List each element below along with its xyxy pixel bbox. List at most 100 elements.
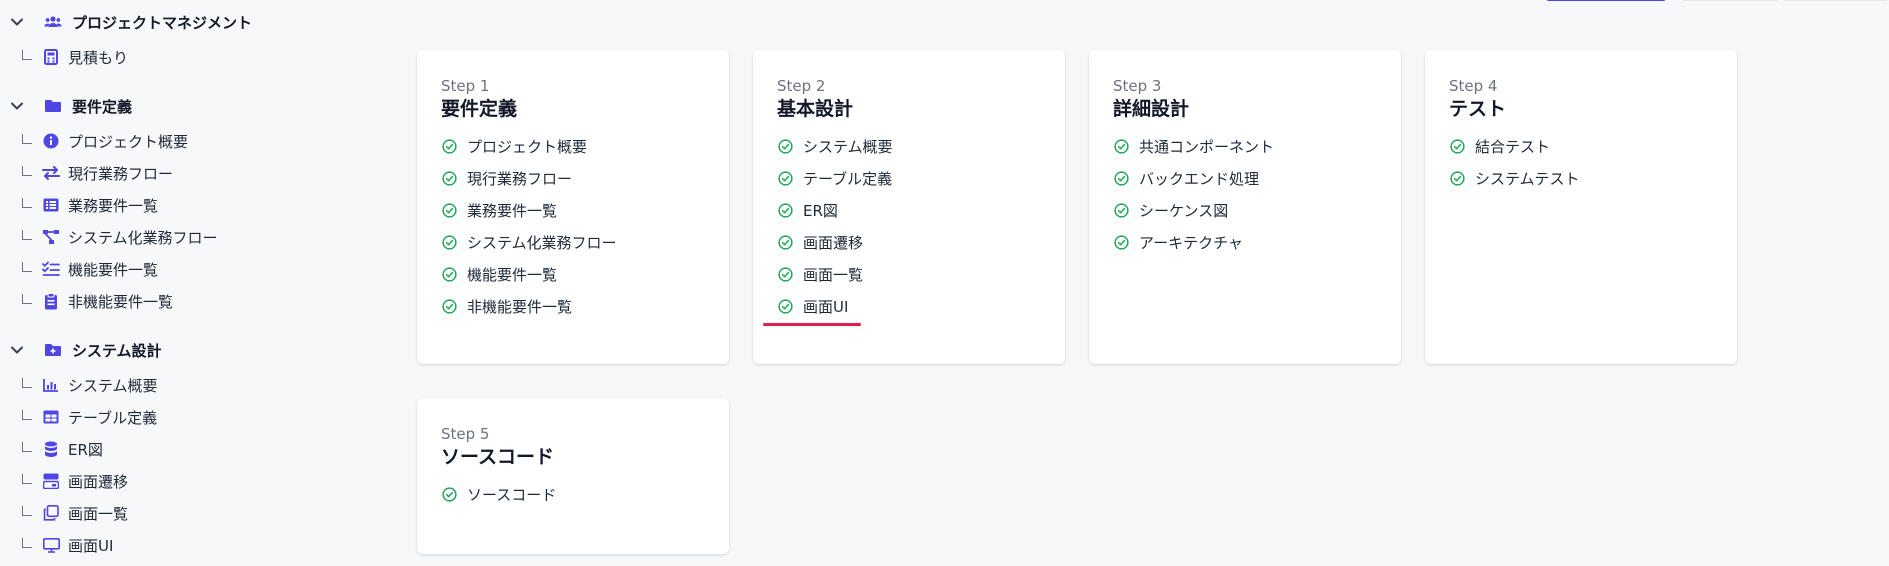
check-circle-icon [777,170,793,186]
check-circle-icon [1449,170,1465,186]
task-item[interactable]: 結合テスト [1449,130,1713,162]
task-label: プロジェクト概要 [467,137,588,156]
calculator-icon [42,48,60,66]
check-circle-icon [1113,170,1129,186]
sidebar-item-current-flow[interactable]: 現行業務フロー [22,159,173,187]
tree-connector [22,410,32,420]
chevron-down-icon [8,341,26,359]
sidebar-item-estimate[interactable]: 見積もり [22,43,128,71]
check-circle-icon [1113,234,1129,250]
task-item[interactable]: ER図 [777,194,1041,226]
sidebar-item-label: プロジェクト概要 [68,132,189,151]
task-item[interactable]: プロジェクト概要 [441,130,705,162]
sidebar-item-er-diagram[interactable]: ER図 [22,435,103,463]
step-card-3: Step 3 詳細設計 共通コンポーネント バックエンド処理シーケンス図 アーキテク… [1089,50,1401,364]
sidebar-item-screen-list[interactable]: 画面一覧 [22,499,128,527]
step-label: Step 1 [441,77,490,95]
step-label: Step 4 [1449,77,1498,95]
sidebar-section-system-design[interactable]: システム設計 [8,336,162,364]
tree-connector [22,198,32,208]
sidebar-item-screen-ui[interactable]: 画面UI [22,531,113,559]
task-label: 機能要件一覧 [467,265,558,284]
sidebar-item-label: 業務要件一覧 [68,196,159,215]
task-item[interactable]: バックエンド処理 [1113,162,1377,194]
tree-connector [22,538,32,548]
tree-connector [22,230,32,240]
task-label: 非機能要件一覧 [467,297,573,316]
step-title: テスト [1449,98,1507,120]
users-icon [44,13,62,31]
sidebar-section-label: システム設計 [72,341,162,360]
task-list: ソースコード [441,478,705,510]
task-item[interactable]: テーブル定義 [777,162,1041,194]
monitor-icon [42,536,60,554]
copy-icon [42,504,60,522]
sidebar-item-nonfunctional-requirements[interactable]: 非機能要件一覧 [22,287,173,315]
chevron-down-icon [8,97,26,115]
top-primary-button[interactable] [1545,0,1667,1]
task-item[interactable]: シーケンス図 [1113,194,1377,226]
task-item[interactable]: アーキテクチャ [1113,226,1377,258]
task-label: 画面UI [803,297,849,316]
sidebar-item-project-overview[interactable]: プロジェクト概要 [22,127,188,155]
task-item[interactable]: 共通コンポーネント [1113,130,1377,162]
sidebar-section-label: プロジェクトマネジメント [72,13,253,32]
folder-plus-icon [44,341,62,359]
sidebar-item-table-definition[interactable]: テーブル定義 [22,403,157,431]
task-list: プロジェクト概要 現行業務フロー業務要件一覧 システム化業務フロー機能要件一覧 非機能… [441,130,705,322]
top-tertiary-button[interactable] [1782,0,1889,1]
sidebar-item-label: 現行業務フロー [68,164,174,183]
step-title: 要件定義 [441,98,518,120]
task-label: アーキテクチャ [1139,233,1243,252]
sidebar-item-system-flow[interactable]: システム化業務フロー [22,223,218,251]
sidebar-item-label: システム概要 [68,376,158,395]
tree-connector [22,474,32,484]
arrows-exchange-icon [42,164,60,182]
task-label: 画面一覧 [803,265,864,284]
task-label: シーケンス図 [1139,201,1229,220]
check-circle-icon [777,266,793,282]
task-item[interactable]: ソースコード [441,478,705,510]
step-title: 詳細設計 [1113,98,1190,120]
step-card-4: Step 4 テスト 結合テスト システムテスト [1425,50,1737,364]
task-item[interactable]: システムテスト [1449,162,1713,194]
task-item[interactable]: システム化業務フロー [441,226,705,258]
sidebar-item-label: システム化業務フロー [68,228,218,247]
tree-connector [22,50,32,60]
task-label: 現行業務フロー [467,169,573,188]
task-item[interactable]: 画面UI [777,290,1041,322]
task-label: テーブル定義 [803,169,893,188]
check-circle-icon [441,486,457,502]
task-label: ソースコード [467,485,557,504]
table-icon [42,408,60,426]
highlight-underline [763,323,861,326]
tree-connector [22,442,32,452]
flow-icon [42,228,60,246]
task-item[interactable]: 非機能要件一覧 [441,290,705,322]
sidebar-item-functional-requirements[interactable]: 機能要件一覧 [22,255,158,283]
check-circle-icon [441,170,457,186]
database-icon [42,440,60,458]
step-label: Step 3 [1113,77,1162,95]
sidebar-item-label: 画面UI [68,536,114,555]
sidebar-section-requirements[interactable]: 要件定義 [8,92,132,120]
check-circle-icon [441,298,457,314]
step-label: Step 5 [441,425,490,443]
check-circle-icon [777,234,793,250]
task-item[interactable]: 画面一覧 [777,258,1041,290]
task-item[interactable]: 業務要件一覧 [441,194,705,226]
check-circle-icon [1449,138,1465,154]
task-item[interactable]: 画面遷移 [777,226,1041,258]
sidebar-item-screen-transition[interactable]: 画面遷移 [22,467,128,495]
task-list: 共通コンポーネント バックエンド処理シーケンス図 アーキテクチャ [1113,130,1377,258]
sidebar-item-business-requirements[interactable]: 業務要件一覧 [22,191,158,219]
sidebar-item-system-overview[interactable]: システム概要 [22,371,158,399]
step-card-1: Step 1 要件定義 プロジェクト概要 現行業務フロー業務要件一覧 システム化業務… [417,50,729,364]
task-item[interactable]: 現行業務フロー [441,162,705,194]
sidebar-section-project-management[interactable]: プロジェクトマネジメント [8,8,252,36]
task-item[interactable]: システム概要 [777,130,1041,162]
chevron-down-icon [8,13,26,31]
top-secondary-button[interactable] [1680,0,1780,1]
check-circle-icon [777,298,793,314]
task-item[interactable]: 機能要件一覧 [441,258,705,290]
